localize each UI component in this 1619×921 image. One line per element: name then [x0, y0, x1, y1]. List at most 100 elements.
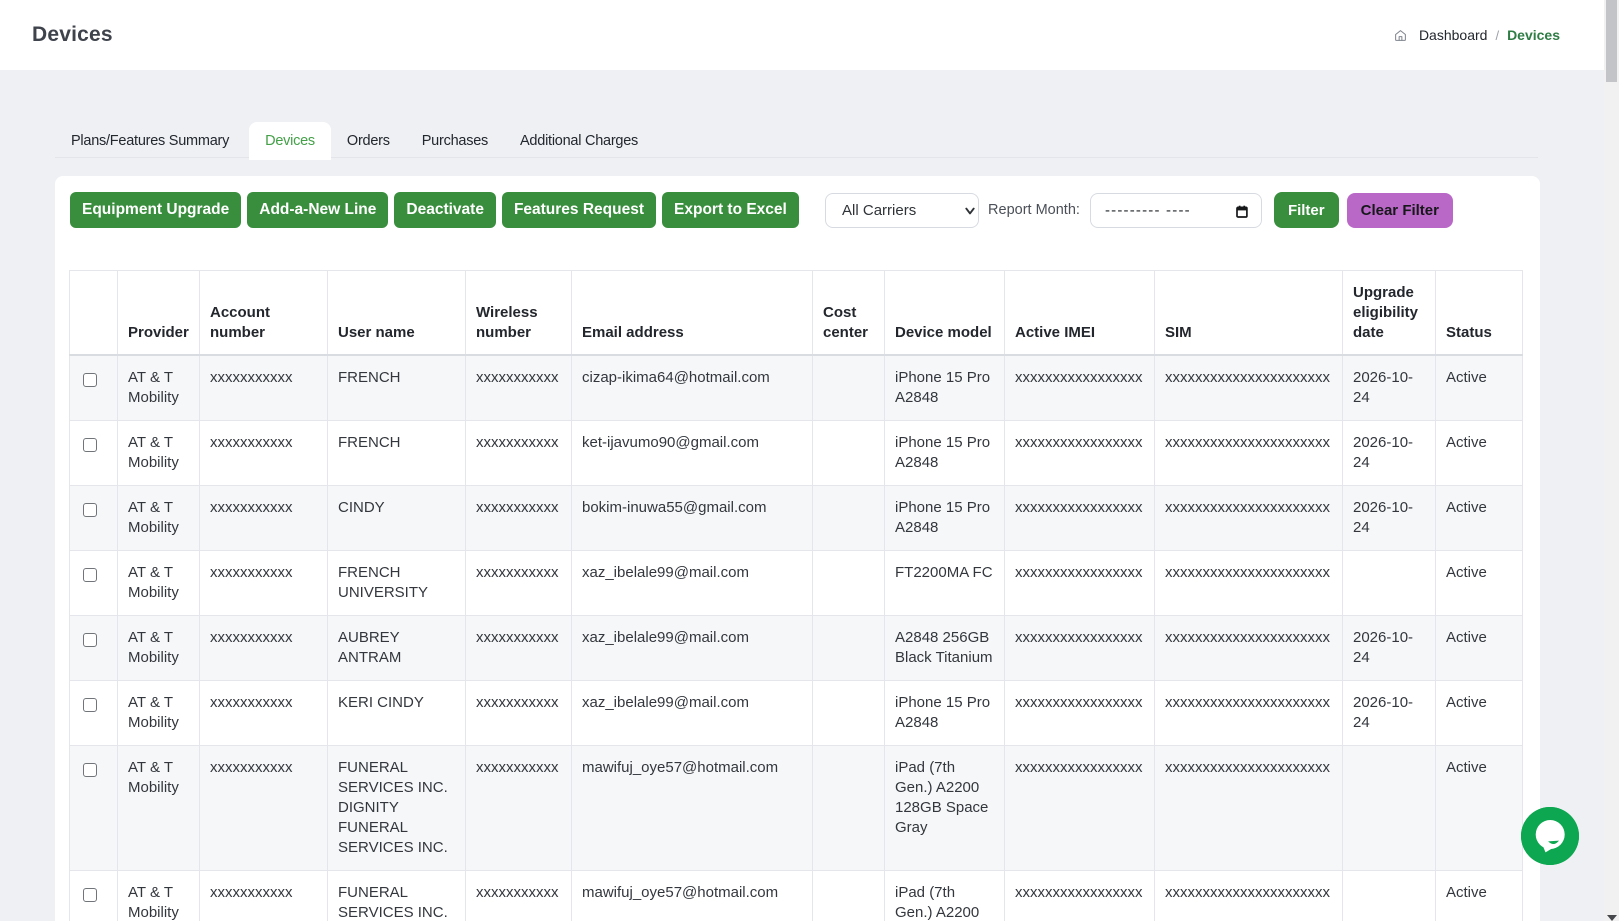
home-icon[interactable] [1394, 29, 1407, 42]
add-a-new-line-button[interactable]: Add-a-New Line [247, 192, 388, 228]
row-checkbox[interactable] [83, 763, 97, 777]
table-row: AT & T MobilityxxxxxxxxxxxFRENCH UNIVERS… [70, 551, 1523, 616]
table-row: AT & T MobilityxxxxxxxxxxxCINDYxxxxxxxxx… [70, 486, 1523, 551]
carrier-select[interactable]: All Carriers [825, 193, 979, 228]
devices-table-body: AT & T MobilityxxxxxxxxxxxFRENCHxxxxxxxx… [70, 355, 1523, 921]
cell-provider: AT & T Mobility [118, 746, 200, 871]
cell-email: bokim-inuwa55@gmail.com [572, 486, 813, 551]
cell-user: FUNERAL SERVICES INC. DIGNITY FUNERAL SE… [328, 871, 466, 921]
features-request-button[interactable]: Features Request [502, 192, 656, 228]
column-header: Upgrade eligibility date [1343, 271, 1436, 356]
tab-plans-features-summary[interactable]: Plans/Features Summary [55, 122, 245, 160]
equipment-upgrade-button[interactable]: Equipment Upgrade [70, 192, 241, 228]
report-month-label: Report Month: [988, 202, 1080, 218]
cell-imei: xxxxxxxxxxxxxxxxx [1005, 681, 1155, 746]
report-month-input[interactable]: --------- ---- [1090, 193, 1262, 228]
cell-status: Active [1436, 616, 1523, 681]
cell-cost-center [813, 551, 885, 616]
cell-sim: xxxxxxxxxxxxxxxxxxxxxx [1155, 871, 1343, 921]
cell-email: xaz_ibelale99@mail.com [572, 681, 813, 746]
chat-launcher[interactable] [1521, 807, 1579, 865]
cell-upgrade-date [1343, 871, 1436, 921]
cell-imei: xxxxxxxxxxxxxxxxx [1005, 421, 1155, 486]
row-checkbox[interactable] [83, 698, 97, 712]
cell-upgrade-date [1343, 746, 1436, 871]
export-to-excel-button[interactable]: Export to Excel [662, 192, 799, 228]
tab-bar: Plans/Features SummaryDevicesOrdersPurch… [55, 122, 1538, 158]
devices-table-wrap: ProviderAccount numberUser nameWireless … [69, 270, 1523, 921]
cell-wireless: xxxxxxxxxxx [466, 871, 572, 921]
cell-user: FUNERAL SERVICES INC. DIGNITY FUNERAL SE… [328, 746, 466, 871]
cell-upgrade-date: 2026-10-24 [1343, 355, 1436, 421]
column-header [70, 271, 118, 356]
cell-cost-center [813, 355, 885, 421]
cell-user: FRENCH [328, 421, 466, 486]
tab-purchases[interactable]: Purchases [406, 122, 504, 160]
cell-cost-center [813, 616, 885, 681]
cell-upgrade-date: 2026-10-24 [1343, 616, 1436, 681]
content-card: Equipment Upgrade Add-a-New Line Deactiv… [55, 176, 1540, 921]
cell-upgrade-date: 2026-10-24 [1343, 421, 1436, 486]
cell-sim: xxxxxxxxxxxxxxxxxxxxxx [1155, 551, 1343, 616]
cell-user: AUBREY ANTRAM [328, 616, 466, 681]
row-checkbox-cell [70, 551, 118, 616]
column-header: User name [328, 271, 466, 356]
filter-button[interactable]: Filter [1274, 192, 1339, 228]
row-checkbox[interactable] [83, 438, 97, 452]
cell-sim: xxxxxxxxxxxxxxxxxxxxxx [1155, 421, 1343, 486]
clear-filter-button[interactable]: Clear Filter [1347, 193, 1453, 228]
row-checkbox-cell [70, 486, 118, 551]
column-header: Active IMEI [1005, 271, 1155, 356]
cell-imei: xxxxxxxxxxxxxxxxx [1005, 355, 1155, 421]
cell-account: xxxxxxxxxxx [200, 551, 328, 616]
scrollbar-thumb[interactable] [1606, 0, 1617, 82]
cell-email: ket-ijavumo90@gmail.com [572, 421, 813, 486]
cell-user: CINDY [328, 486, 466, 551]
row-checkbox[interactable] [83, 633, 97, 647]
cell-status: Active [1436, 486, 1523, 551]
deactivate-button[interactable]: Deactivate [394, 192, 496, 228]
cell-device: iPad (7th Gen.) A2200 128GB Space Gray [885, 871, 1005, 921]
cell-device: A2848 256GB Black Titanium [885, 616, 1005, 681]
row-checkbox[interactable] [83, 568, 97, 582]
row-checkbox[interactable] [83, 888, 97, 902]
cell-status: Active [1436, 746, 1523, 871]
cell-upgrade-date [1343, 551, 1436, 616]
cell-account: xxxxxxxxxxx [200, 486, 328, 551]
cell-wireless: xxxxxxxxxxx [466, 486, 572, 551]
vertical-scrollbar[interactable] [1604, 0, 1619, 921]
cell-email: xaz_ibelale99@mail.com [572, 616, 813, 681]
column-header: Device model [885, 271, 1005, 356]
row-checkbox-cell [70, 421, 118, 486]
cell-imei: xxxxxxxxxxxxxxxxx [1005, 486, 1155, 551]
cell-provider: AT & T Mobility [118, 616, 200, 681]
breadcrumb-separator: / [1495, 28, 1499, 43]
cell-wireless: xxxxxxxxxxx [466, 616, 572, 681]
column-header: Wireless number [466, 271, 572, 356]
column-header: Provider [118, 271, 200, 356]
cell-cost-center [813, 681, 885, 746]
cell-sim: xxxxxxxxxxxxxxxxxxxxxx [1155, 681, 1343, 746]
tab-orders[interactable]: Orders [331, 122, 406, 160]
calendar-icon[interactable] [1236, 205, 1248, 218]
row-checkbox[interactable] [83, 503, 97, 517]
row-checkbox[interactable] [83, 373, 97, 387]
column-header: SIM [1155, 271, 1343, 356]
breadcrumb-current[interactable]: Devices [1507, 27, 1560, 43]
breadcrumb-dashboard[interactable]: Dashboard [1419, 27, 1488, 43]
column-header: Account number [200, 271, 328, 356]
cell-cost-center [813, 871, 885, 921]
row-checkbox-cell [70, 871, 118, 921]
table-header-row: ProviderAccount numberUser nameWireless … [70, 271, 1523, 356]
table-row: AT & T MobilityxxxxxxxxxxxKERI CINDYxxxx… [70, 681, 1523, 746]
cell-account: xxxxxxxxxxx [200, 355, 328, 421]
table-row: AT & T MobilityxxxxxxxxxxxFUNERAL SERVIC… [70, 871, 1523, 921]
cell-device: iPhone 15 Pro A2848 [885, 421, 1005, 486]
tab-additional-charges[interactable]: Additional Charges [504, 122, 654, 160]
page-header: Devices Dashboard / Devices [0, 0, 1604, 70]
tab-devices[interactable]: Devices [249, 122, 331, 160]
toolbar: Equipment Upgrade Add-a-New Line Deactiv… [70, 192, 1453, 228]
cell-email: cizap-ikima64@hotmail.com [572, 355, 813, 421]
row-checkbox-cell [70, 681, 118, 746]
scrollbar-down-arrow-icon[interactable] [1607, 915, 1617, 921]
